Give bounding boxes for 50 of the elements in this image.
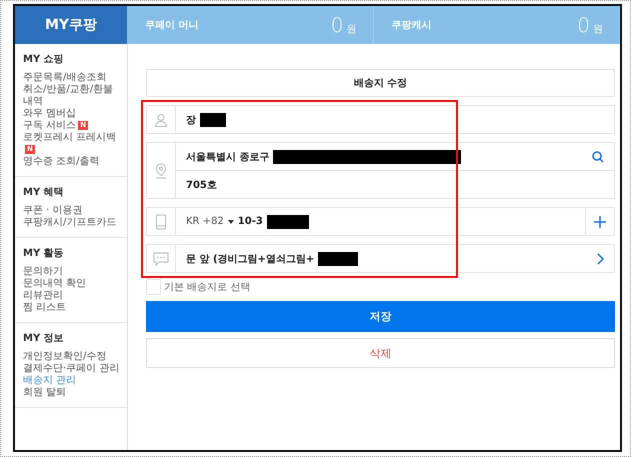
- sidebar-link[interactable]: 결제수단·쿠페이 관리: [23, 363, 120, 375]
- sidebar-link[interactable]: 개인정보확인/수정: [23, 351, 106, 363]
- balance-amount: 0: [330, 13, 344, 37]
- checkbox[interactable]: [146, 279, 161, 295]
- form-title: 배송지 수정: [146, 69, 615, 97]
- field-value: 10-3: [238, 216, 263, 227]
- search-icon[interactable]: [592, 150, 604, 162]
- logo[interactable]: MY쿠팡: [15, 6, 127, 44]
- field-value: 문 앞 (경비그림+열쇠그림+: [186, 252, 314, 266]
- dropdown-caret-icon[interactable]: [228, 220, 234, 224]
- currency-unit: 원: [593, 23, 603, 36]
- form-row[interactable]: KR +82 10-3: [146, 207, 615, 236]
- speech-bubble-icon: [153, 252, 169, 266]
- form-row[interactable]: 문 앞 (경비그림+열쇠그림+: [146, 244, 615, 273]
- field-value: 705호: [186, 178, 217, 192]
- phone-icon: [155, 214, 167, 230]
- save-button[interactable]: 저장: [146, 301, 615, 332]
- sidebar-link[interactable]: 로켓프레시 프레시백: [23, 132, 116, 144]
- sidebar-link[interactable]: 구독 서비스: [23, 120, 76, 132]
- sidebar-link[interactable]: 배송지 관리: [23, 375, 76, 387]
- sidebar-link[interactable]: 찜 리스트: [23, 302, 66, 314]
- sidebar-link[interactable]: 영수증 조회/출력: [23, 156, 100, 168]
- sidebar-link[interactable]: 취소/반품/교환/환불 내역: [23, 84, 121, 108]
- checkbox-label: 기본 배송지로 선택: [164, 281, 250, 294]
- person-icon: [154, 112, 168, 126]
- sidebar-link[interactable]: 쿠폰 · 이용권: [23, 205, 83, 217]
- currency-unit: 원: [346, 23, 356, 36]
- balance-label: 쿠페이 머니: [145, 19, 198, 32]
- country-code[interactable]: KR +82: [186, 216, 224, 227]
- location-pin-icon: [155, 162, 167, 178]
- field-value: 장: [186, 114, 196, 126]
- section-title: MY 혜택: [23, 186, 65, 200]
- balance-amount: 0: [577, 13, 590, 37]
- sidebar-link[interactable]: 문의하기: [23, 266, 63, 278]
- field-value: 서울특별시 종로구: [186, 150, 270, 164]
- chevron-right-icon[interactable]: [597, 252, 604, 264]
- sidebar-link[interactable]: 주문목록/배송조회: [23, 72, 106, 84]
- sidebar-link[interactable]: 와우 멤버십: [23, 108, 76, 120]
- sidebar-link[interactable]: 리뷰관리: [23, 290, 63, 302]
- delete-button[interactable]: 삭제: [146, 338, 615, 368]
- balance-label: 쿠팡캐시: [392, 19, 432, 32]
- sidebar-link[interactable]: 문의내역 확인: [23, 278, 86, 290]
- section-title: MY 정보: [23, 332, 65, 346]
- plus-icon[interactable]: [594, 216, 606, 228]
- sidebar-link[interactable]: 쿠팡캐시/기프트카드: [23, 217, 116, 229]
- form-row[interactable]: 장: [146, 105, 615, 134]
- sidebar-link[interactable]: 회원 탈퇴: [23, 387, 66, 399]
- form-row[interactable]: 서울특별시 종로구 705호: [146, 142, 615, 199]
- section-title: MY 활동: [23, 247, 65, 261]
- section-title: MY 쇼핑: [23, 53, 65, 67]
